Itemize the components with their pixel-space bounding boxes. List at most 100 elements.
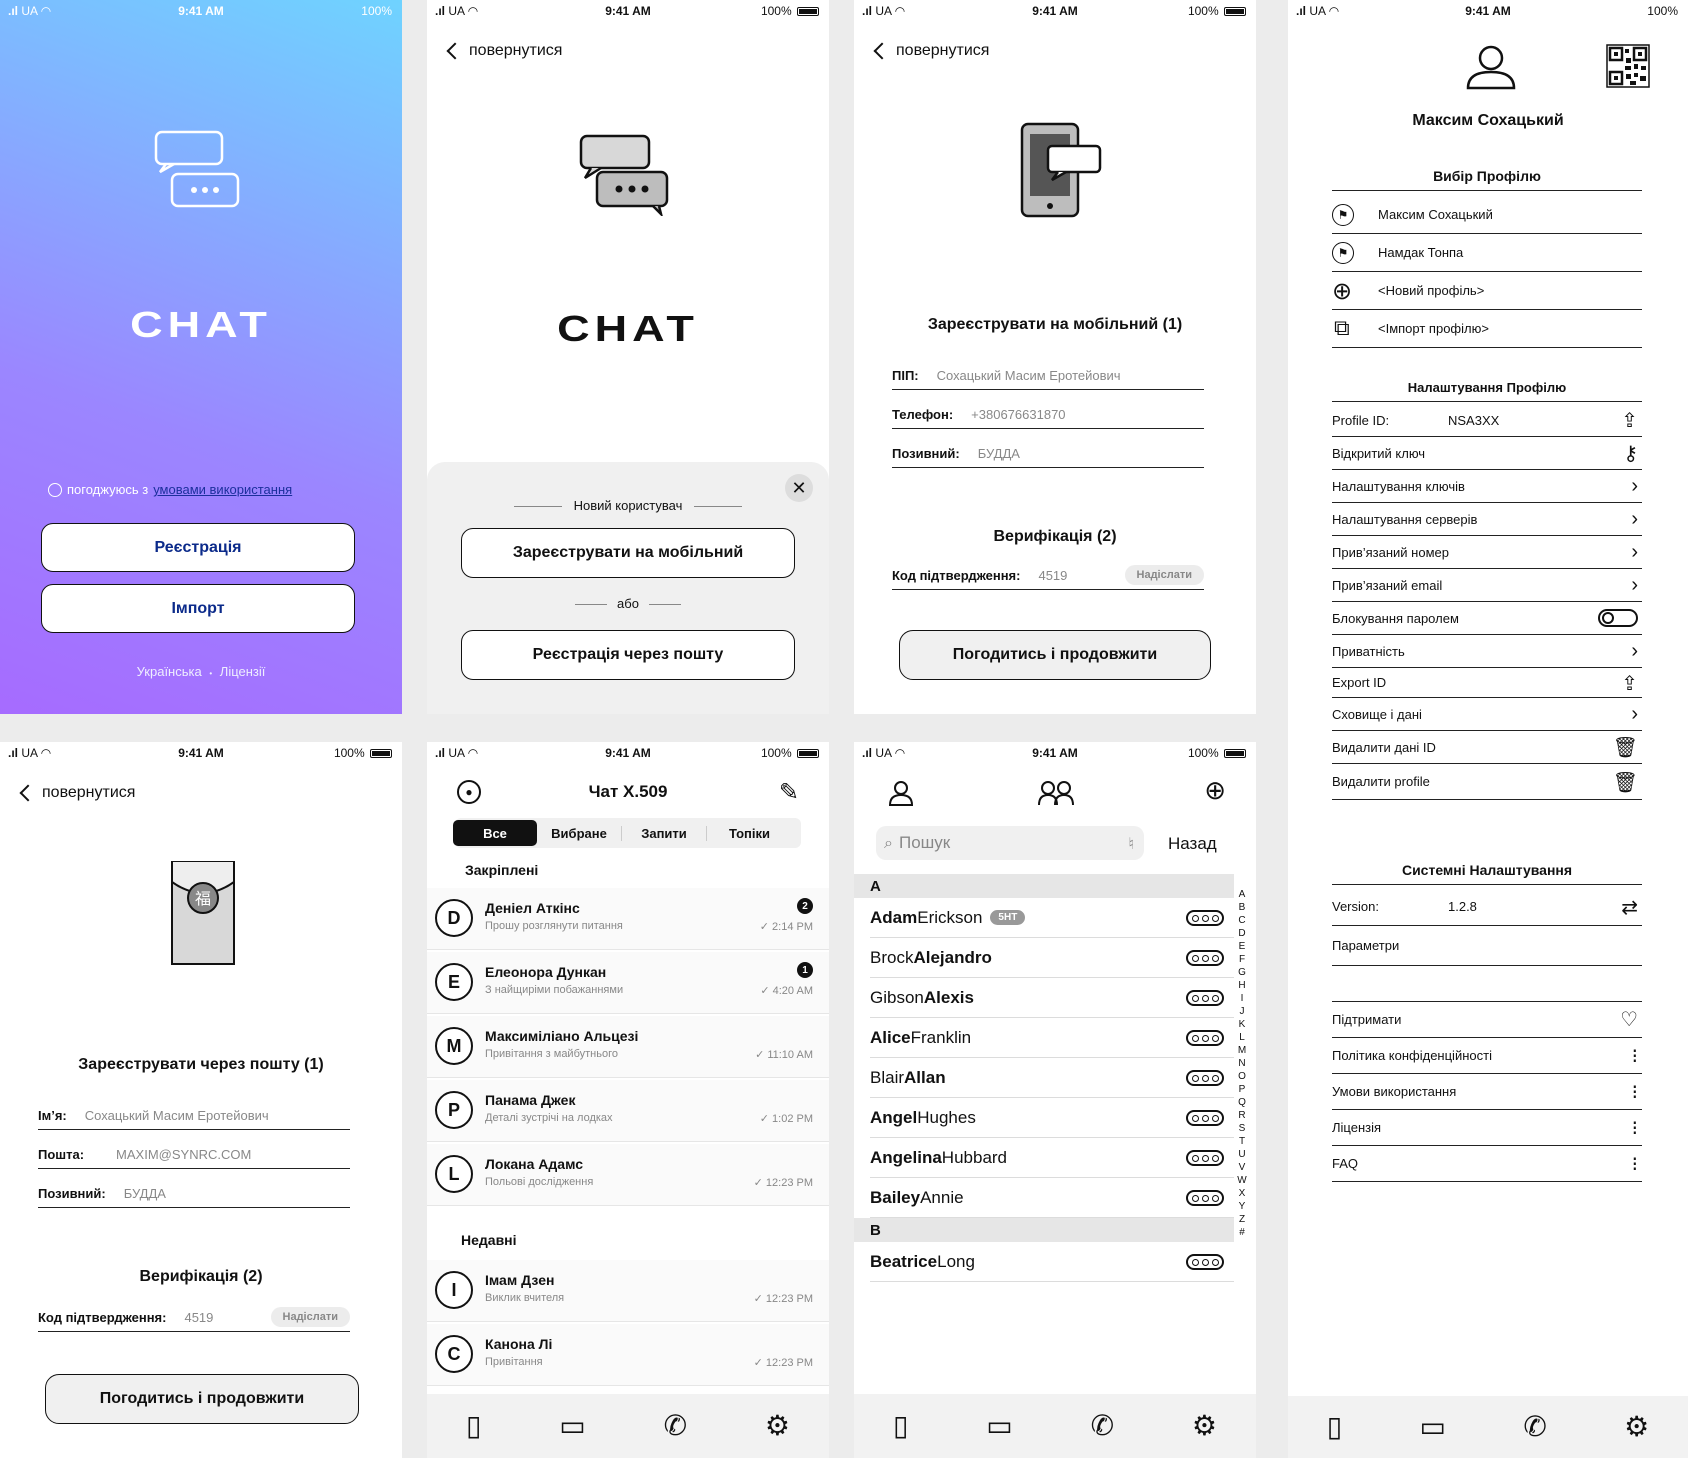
chat-bubbles-icon[interactable]: ▭ xyxy=(1419,1413,1445,1441)
gear-icon[interactable]: ⚙ xyxy=(765,1412,790,1440)
cancel-button[interactable]: Назад xyxy=(1168,834,1217,854)
terms-link[interactable]: умовами використання xyxy=(153,482,292,497)
options-icon[interactable] xyxy=(1186,950,1224,966)
register-button[interactable]: Реєстрація xyxy=(41,523,355,572)
index-letter[interactable]: F xyxy=(1236,953,1248,966)
chat-row[interactable]: P Панама Джек Деталі зустрічі на лодках ✓ 1… xyxy=(427,1080,829,1142)
support-item[interactable]: Ліцензія ⁝ xyxy=(1332,1110,1642,1146)
options-icon[interactable] xyxy=(1186,1190,1224,1206)
chat-row[interactable]: L Локана Адамс Польові дослідження ✓ 12:23 … xyxy=(427,1144,829,1206)
qr-code-icon[interactable] xyxy=(1606,44,1650,88)
parameters-row[interactable]: Параметри xyxy=(1332,926,1642,966)
nickname-field[interactable]: Позивний: БУДДА xyxy=(38,1178,350,1208)
register-mobile-button[interactable]: Зареєструвати на мобільний xyxy=(461,528,795,578)
refresh-icon[interactable]: ⇄ xyxy=(1621,897,1638,917)
index-letter[interactable]: X xyxy=(1236,1187,1248,1200)
group-icon[interactable] xyxy=(1038,780,1074,806)
support-item[interactable]: Умови використання ⁝ xyxy=(1332,1074,1642,1110)
index-letter[interactable]: K xyxy=(1236,1018,1248,1031)
settings-item[interactable]: Сховище і дані › xyxy=(1332,698,1642,731)
index-letter[interactable]: C xyxy=(1236,914,1248,927)
settings-item[interactable]: Налаштування ключів › xyxy=(1332,470,1642,503)
name-field[interactable]: Ім’я: Сохацький Масим Еротейович xyxy=(38,1100,350,1130)
index-letter[interactable]: U xyxy=(1236,1148,1248,1161)
contact-row[interactable]: Adam Erickson 5НТ xyxy=(870,898,1234,938)
chat-row[interactable]: M Максиміліано Альцезі Привітання з майбут… xyxy=(427,1016,829,1078)
index-letter[interactable]: Z xyxy=(1236,1213,1248,1226)
filter-favorites[interactable]: Вибране xyxy=(537,825,622,841)
filter-all[interactable]: Все xyxy=(453,820,537,846)
import-profile-item[interactable]: ⧉ <Імпорт профілю> xyxy=(1332,310,1642,348)
index-letter[interactable]: Q xyxy=(1236,1096,1248,1109)
phone-field[interactable]: Телефон: +380676631870 xyxy=(892,399,1204,429)
back-button[interactable]: повернутися xyxy=(19,784,135,802)
settings-item[interactable]: Видалити дані ID 🗑 xyxy=(1332,731,1642,764)
index-letter[interactable]: G xyxy=(1236,966,1248,979)
contact-row[interactable]: Brock Alejandro xyxy=(870,938,1234,978)
code-field[interactable]: Код підтвердження: 4519 Надіслати xyxy=(38,1302,350,1332)
index-letter[interactable]: D xyxy=(1236,927,1248,940)
settings-item[interactable]: Видалити profile 🗑 xyxy=(1332,764,1642,800)
new-profile-item[interactable]: ⊕ <Новий профіль> xyxy=(1332,272,1642,310)
settings-item[interactable]: Export ID ⇪ xyxy=(1332,668,1642,698)
index-letter[interactable]: I xyxy=(1236,992,1248,1005)
options-icon[interactable] xyxy=(1186,1110,1224,1126)
filter-topics[interactable]: Топіки xyxy=(707,826,792,841)
index-letter[interactable]: Y xyxy=(1236,1200,1248,1213)
full-name-field[interactable]: ПІП: Сохацький Масим Еротейович xyxy=(892,360,1204,390)
options-icon[interactable] xyxy=(1186,1254,1224,1270)
index-letter[interactable]: E xyxy=(1236,940,1248,953)
options-icon[interactable] xyxy=(1186,910,1224,926)
contact-row[interactable]: Angel Hughes xyxy=(870,1098,1234,1138)
phone-icon[interactable]: ✆ xyxy=(1091,1412,1114,1440)
chat-row[interactable]: E Елеонора Дункан З найщиріми побажаннями ✓… xyxy=(427,952,829,1014)
index-letter[interactable]: S xyxy=(1236,1122,1248,1135)
support-item[interactable]: FAQ ⁝ xyxy=(1332,1146,1642,1182)
index-letter[interactable]: H xyxy=(1236,979,1248,992)
index-letter[interactable]: M xyxy=(1236,1044,1248,1057)
language-link[interactable]: Українська xyxy=(137,664,202,679)
index-letter[interactable]: T xyxy=(1236,1135,1248,1148)
filter-requests[interactable]: Запити xyxy=(622,825,707,841)
contact-row[interactable]: Gibson Alexis xyxy=(870,978,1234,1018)
notes-icon[interactable]: ▯ xyxy=(466,1412,481,1440)
settings-item[interactable]: Відкритий ключ ⚷ xyxy=(1332,437,1642,470)
settings-item[interactable]: Прив’язаний номер › xyxy=(1332,536,1642,569)
agree-continue-button[interactable]: Погодитись і продовжити xyxy=(899,630,1211,680)
index-letter[interactable]: # xyxy=(1236,1226,1248,1239)
import-button[interactable]: Імпорт xyxy=(41,584,355,633)
alphabet-index[interactable]: A B C D E F G H I J K L M N O P Q R S T U V W X Y Z # xyxy=(1236,888,1248,1239)
licenses-link[interactable]: Ліцензії xyxy=(220,664,266,679)
contact-row[interactable]: Bailey Annie xyxy=(870,1178,1234,1218)
email-field[interactable]: Пошта: MAXIM@SYNRC.COM xyxy=(38,1139,350,1169)
code-field[interactable]: Код підтвердження: 4519 Надіслати xyxy=(892,560,1204,590)
send-code-button[interactable]: Надіслати xyxy=(270,1307,350,1327)
chat-row[interactable]: I Імам Дзен Виклик вчителя ✓ 12:23 PM xyxy=(427,1260,829,1322)
profile-item[interactable]: ⚑ Максим Сохацький xyxy=(1332,196,1642,234)
agree-continue-button[interactable]: Погодитись і продовжити xyxy=(45,1374,359,1424)
contact-row[interactable]: Blair Allan xyxy=(870,1058,1234,1098)
user-icon[interactable] xyxy=(888,780,914,806)
chat-row[interactable]: C Канона Лі Привітання ✓ 12:23 PM xyxy=(427,1324,829,1386)
compose-icon[interactable]: ✎ xyxy=(779,778,799,806)
nickname-field[interactable]: Позивний: БУДДА xyxy=(892,438,1204,468)
send-code-button[interactable]: Надіслати xyxy=(1124,565,1204,585)
settings-item[interactable]: Приватність › xyxy=(1332,635,1642,668)
index-letter[interactable]: P xyxy=(1236,1083,1248,1096)
phone-icon[interactable]: ✆ xyxy=(1523,1413,1546,1441)
options-icon[interactable] xyxy=(1186,1030,1224,1046)
index-letter[interactable]: W xyxy=(1236,1174,1248,1187)
contact-row[interactable]: Beatrice Long xyxy=(870,1242,1234,1282)
chat-bubbles-icon[interactable]: ▭ xyxy=(986,1412,1012,1440)
register-email-button[interactable]: Реєстрація через пошту xyxy=(461,630,795,680)
back-button[interactable]: повернутися xyxy=(446,42,562,60)
index-letter[interactable]: V xyxy=(1236,1161,1248,1174)
notes-icon[interactable]: ▯ xyxy=(893,1412,908,1440)
settings-item[interactable]: Налаштування серверів › xyxy=(1332,503,1642,536)
back-button[interactable]: повернутися xyxy=(873,42,989,60)
index-letter[interactable]: R xyxy=(1236,1109,1248,1122)
terms-radio[interactable] xyxy=(48,482,62,497)
toggle-switch[interactable] xyxy=(1598,609,1638,627)
support-item[interactable]: Політика конфіденційності ⁝ xyxy=(1332,1038,1642,1074)
gear-icon[interactable]: ⚙ xyxy=(1192,1412,1217,1440)
